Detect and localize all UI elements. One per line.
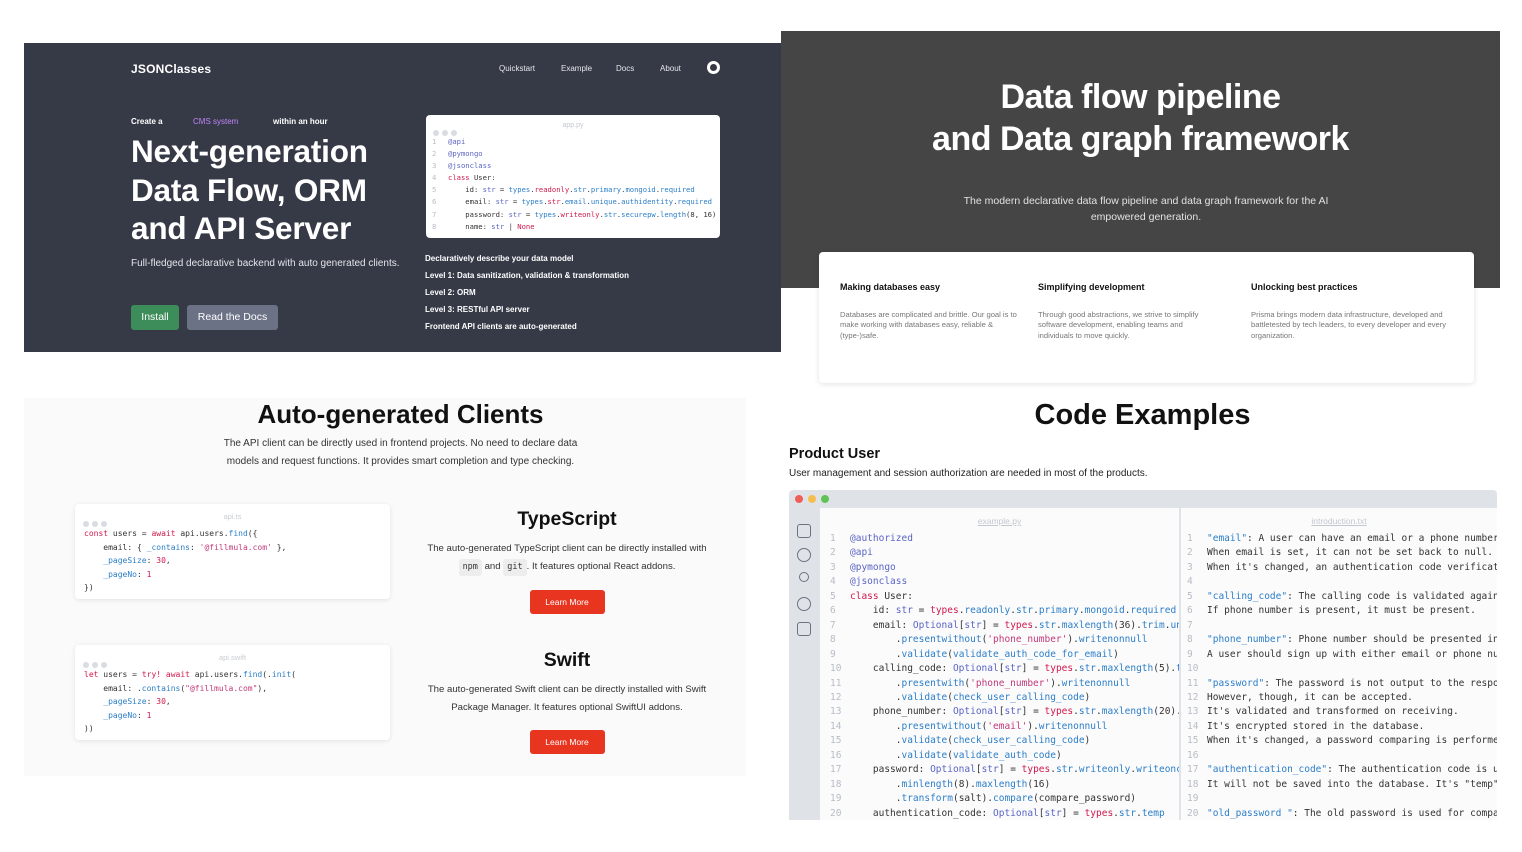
nav-about[interactable]: About: [660, 64, 681, 73]
features-card: Making databases easy Databases are comp…: [819, 252, 1474, 383]
introduction-txt-content: 1 "email": A user can have an email or a …: [1187, 533, 1497, 819]
git-branch-icon[interactable]: [799, 572, 809, 582]
examples-title: Code Examples: [1034, 399, 1251, 431]
feature-text: Through good abstractions, we strive to …: [1038, 310, 1199, 340]
editor-pane-right: introduction.txt 1 "email": A user can ha…: [1181, 508, 1497, 820]
feature-title: Simplifying development: [1038, 282, 1145, 292]
typescript-learn-more-button[interactable]: Learn More: [529, 590, 605, 614]
maximize-window-dot[interactable]: [821, 495, 829, 503]
search-icon[interactable]: [797, 548, 811, 562]
minimize-window-dot[interactable]: [808, 495, 816, 503]
and-word: and: [484, 560, 501, 572]
github-icon[interactable]: [707, 61, 720, 74]
flow-title-line1: Data flow pipeline: [1000, 78, 1281, 116]
level-item: Frontend API clients are auto-generated: [425, 322, 577, 331]
ts-code-body: const users = await api.users.find({ ema…: [84, 529, 287, 592]
typescript-text-after: . It features optional React addons.: [526, 560, 676, 572]
create-suffix: within an hour: [273, 117, 328, 126]
read-docs-button[interactable]: Read the Docs: [187, 305, 278, 330]
install-button[interactable]: Install: [131, 305, 179, 330]
brand-logo[interactable]: JSONClasses: [131, 62, 211, 76]
feature-databases: Making databases easy Databases are comp…: [840, 282, 1020, 341]
clients-description: The API client can be directly used in f…: [223, 438, 578, 467]
examples-subtitle-desc: User management and session authorizatio…: [789, 468, 1148, 479]
hero-code-window: app.py 1 @api 2 @pymongo 3 @jsonclass 4 clas…: [426, 115, 720, 238]
typescript-text: The auto-generated TypeScript client can…: [408, 540, 726, 576]
feature-text: Prisma brings modern data infrastructure…: [1251, 310, 1447, 340]
feature-title: Making databases easy: [840, 282, 941, 292]
create-highlight: CMS system: [193, 117, 239, 126]
npm-pill: npm: [458, 558, 482, 576]
clients-panel: Auto-generated Clients The API client ca…: [24, 398, 746, 776]
typescript-text-before: The auto-generated TypeScript client can…: [427, 543, 707, 554]
data-flow-panel: Data flow pipeline and Data graph framew…: [781, 31, 1500, 391]
feature-best-practices: Unlocking best practices Prisma brings m…: [1251, 282, 1451, 341]
editor-pane-left: example.py 1 @authorized 2 @api 3 @pymongo …: [820, 508, 1179, 820]
tab-example-py[interactable]: example.py: [820, 516, 1179, 526]
flow-title: Data flow pipeline and Data graph framew…: [781, 76, 1500, 160]
swift-code-window: api.swift let users = try! await api.use…: [75, 645, 390, 740]
feature-title: Unlocking best practices: [1251, 282, 1358, 292]
typescript-title: TypeScript: [517, 508, 617, 530]
nav-example[interactable]: Example: [561, 64, 592, 73]
extensions-icon[interactable]: [797, 622, 811, 636]
code-filename: app.py: [562, 122, 584, 129]
typescript-section: TypeScript The auto-generated TypeScript…: [408, 507, 726, 614]
level-item: Level 1: Data sanitization, validation &…: [425, 271, 630, 280]
swift-code-body: let users = try! await api.users.find(.i…: [84, 670, 296, 733]
debug-icon[interactable]: [797, 597, 811, 611]
code-body: 1 @api 2 @pymongo 3 @jsonclass 4 class User:…: [432, 137, 717, 231]
swift-section: Swift The auto-generated Swift client ca…: [408, 648, 726, 754]
code-editor-window: example.py 1 @authorized 2 @api 3 @pymongo …: [789, 490, 1497, 820]
hero-panel: JSONClasses Quickstart Example Docs Abou…: [24, 43, 781, 352]
close-window-dot[interactable]: [795, 495, 803, 503]
code-examples-panel: Code Examples Product User User manageme…: [781, 391, 1522, 852]
hero-subtitle: Full-fledged declarative backend with au…: [131, 258, 400, 269]
ts-code-window: api.ts const users = await api.users.fin…: [75, 504, 390, 599]
level-item: Level 3: RESTful API server: [425, 305, 530, 314]
level-item: Declaratively describe your data model: [425, 254, 574, 263]
swift-text: The auto-generated Swift client can be d…: [427, 684, 707, 713]
create-prefix: Create a: [131, 117, 163, 126]
hero-headline: Next-generation Data Flow, ORM and API S…: [131, 133, 368, 246]
nav-quickstart[interactable]: Quickstart: [499, 64, 535, 73]
flow-description: The modern declarative data flow pipelin…: [963, 195, 1329, 223]
examples-subtitle: Product User: [789, 446, 881, 462]
git-pill: git: [503, 558, 527, 576]
swift-title: Swift: [543, 649, 591, 671]
code-filename: api.ts: [223, 512, 242, 521]
feature-development: Simplifying development Through good abs…: [1038, 282, 1210, 341]
files-icon[interactable]: [797, 524, 811, 538]
swift-learn-more-button[interactable]: Learn More: [529, 730, 605, 754]
code-filename: api.swift: [218, 653, 247, 662]
feature-text: Databases are complicated and brittle. O…: [840, 310, 1017, 340]
tab-introduction-txt[interactable]: introduction.txt: [1181, 516, 1497, 526]
flow-title-line2: and Data graph framework: [932, 120, 1349, 158]
clients-title: Auto-generated Clients: [257, 399, 544, 429]
example-py-code: 1 @authorized 2 @api 3 @pymongo 4 @jsonclass…: [830, 533, 1179, 819]
level-item: Level 2: ORM: [425, 288, 476, 297]
nav-docs[interactable]: Docs: [616, 64, 634, 73]
editor-activity-bar: [789, 508, 819, 820]
levels-list: Declaratively describe your data model L…: [425, 250, 629, 335]
